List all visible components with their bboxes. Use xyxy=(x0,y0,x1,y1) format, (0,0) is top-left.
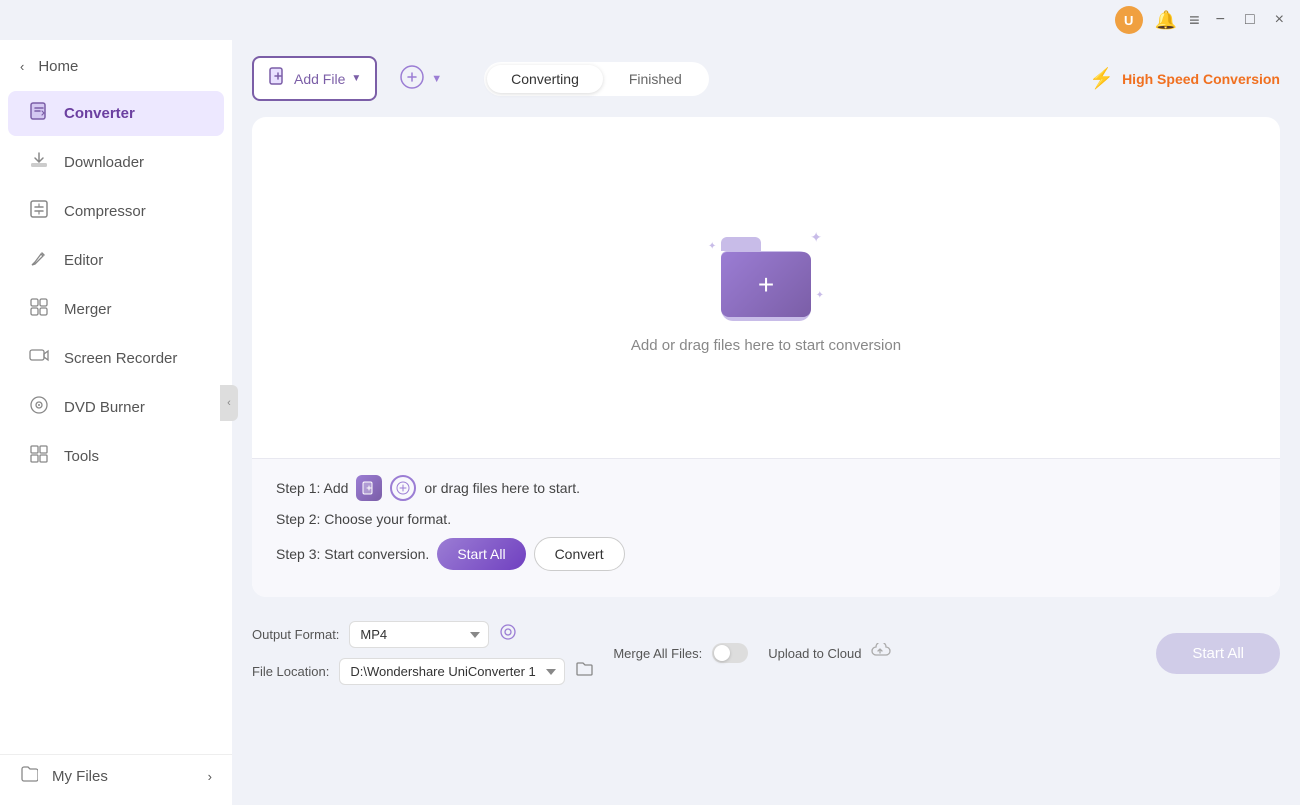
avatar: U xyxy=(1115,6,1143,34)
minimize-button[interactable]: − xyxy=(1212,9,1229,31)
sidebar-converter-label: Converter xyxy=(64,105,135,122)
steps-area: Step 1: Add or drag xyxy=(252,459,1280,597)
add-file-caret-icon: ▼ xyxy=(351,73,361,84)
high-speed-section: ⚡ High Speed Conversion xyxy=(1089,66,1280,91)
step1-add-url-icon[interactable] xyxy=(390,475,416,501)
sidebar-item-downloader[interactable]: Downloader xyxy=(8,140,224,185)
sidebar-item-tools[interactable]: Tools xyxy=(8,434,224,479)
cloud-row: Upload to Cloud xyxy=(768,642,891,665)
bottom-left: Output Format: MP4 File Location: D:\ xyxy=(252,621,593,685)
sidebar-item-editor[interactable]: Editor xyxy=(8,238,224,283)
my-files-icon xyxy=(20,765,38,787)
add-url-button[interactable]: ▼ xyxy=(389,56,452,101)
compressor-icon xyxy=(28,199,50,224)
format-row: Output Format: MP4 xyxy=(252,621,593,648)
location-row: File Location: D:\Wondershare UniConvert… xyxy=(252,658,593,685)
merge-row: Merge All Files: xyxy=(613,643,748,663)
my-files-label: My Files xyxy=(52,768,108,785)
step1-text: Step 1: Add xyxy=(276,480,348,496)
close-button[interactable]: × xyxy=(1271,9,1288,31)
maximize-button[interactable]: □ xyxy=(1241,9,1259,31)
merger-icon xyxy=(28,297,50,322)
sidebar-merger-label: Merger xyxy=(64,301,112,318)
bottom-bar: Output Format: MP4 File Location: D:\ xyxy=(252,613,1280,693)
start-all-button[interactable]: Start All xyxy=(437,538,525,570)
app-body: ‹ Home Converter Downloader xyxy=(0,40,1300,805)
upload-cloud-label: Upload to Cloud xyxy=(768,646,861,661)
convert-button[interactable]: Convert xyxy=(534,537,625,571)
sidebar-item-dvd-burner[interactable]: DVD Burner xyxy=(8,385,224,430)
menu-icon[interactable]: ≡ xyxy=(1189,10,1200,31)
step3-row: Step 3: Start conversion. Start All Conv… xyxy=(276,537,1256,571)
step1-add-file-icon[interactable] xyxy=(356,475,382,501)
sparkle-icon-3: ✦ xyxy=(816,290,824,301)
format-settings-button[interactable] xyxy=(499,623,517,646)
start-all-main-button[interactable]: Start All xyxy=(1156,633,1280,674)
sidebar-screen-recorder-label: Screen Recorder xyxy=(64,350,177,367)
file-location-label: File Location: xyxy=(252,664,329,679)
add-url-caret-icon: ▼ xyxy=(431,73,442,85)
converting-tab[interactable]: Converting xyxy=(487,65,603,93)
finished-tab[interactable]: Finished xyxy=(605,65,706,93)
sidebar-downloader-label: Downloader xyxy=(64,154,144,171)
location-select[interactable]: D:\Wondershare UniConverter 1 xyxy=(339,658,565,685)
sidebar-item-merger[interactable]: Merger xyxy=(8,287,224,332)
browse-folder-button[interactable] xyxy=(575,661,593,682)
chevron-left-icon: ‹ xyxy=(20,59,24,74)
high-speed-label: High Speed Conversion xyxy=(1122,71,1280,87)
step2-row: Step 2: Choose your format. xyxy=(276,511,1256,527)
add-file-icon xyxy=(268,66,288,91)
step1-row: Step 1: Add or drag xyxy=(276,475,1256,501)
folder-icon: + ✦ ✦ ✦ xyxy=(706,221,826,321)
step3-text: Step 3: Start conversion. xyxy=(276,546,429,562)
editor-icon xyxy=(28,248,50,273)
folder-main: + xyxy=(721,252,811,317)
notification-icon[interactable]: 🔔 xyxy=(1155,10,1177,31)
sparkle-icon-2: ✦ xyxy=(708,241,716,252)
sidebar-my-files[interactable]: My Files › xyxy=(0,754,232,797)
converter-icon xyxy=(28,101,50,126)
step2-text: Step 2: Choose your format. xyxy=(276,511,451,527)
content-area: Add File ▼ ▼ Converting Finished ⚡ xyxy=(232,40,1300,805)
sidebar-tools-label: Tools xyxy=(64,448,99,465)
step1-suffix: or drag files here to start. xyxy=(424,480,580,496)
folder-tab xyxy=(721,237,761,251)
merge-all-label: Merge All Files: xyxy=(613,646,702,661)
titlebar: U 🔔 ≡ − □ × xyxy=(0,0,1300,40)
sidebar-compressor-label: Compressor xyxy=(64,203,146,220)
dvd-burner-icon xyxy=(28,395,50,420)
upload-cloud-button[interactable] xyxy=(869,642,891,665)
folder-plus-icon: + xyxy=(758,269,774,301)
sidebar-item-converter[interactable]: Converter xyxy=(8,91,224,136)
sidebar-home-label: Home xyxy=(38,58,78,75)
drop-area[interactable]: + ✦ ✦ ✦ Add or drag files here to start … xyxy=(252,117,1280,459)
add-file-button[interactable]: Add File ▼ xyxy=(252,56,377,101)
add-file-label: Add File xyxy=(294,71,345,87)
sidebar-collapse-handle[interactable]: ‹ xyxy=(220,385,238,421)
sidebar-item-home[interactable]: ‹ Home xyxy=(0,48,232,85)
drop-zone[interactable]: + ✦ ✦ ✦ Add or drag files here to start … xyxy=(252,117,1280,597)
sidebar-item-screen-recorder[interactable]: Screen Recorder xyxy=(8,336,224,381)
sidebar-dvd-burner-label: DVD Burner xyxy=(64,399,145,416)
sidebar-editor-label: Editor xyxy=(64,252,103,269)
screen-recorder-icon xyxy=(28,346,50,371)
toolbar: Add File ▼ ▼ Converting Finished ⚡ xyxy=(252,56,1280,101)
format-select[interactable]: MP4 xyxy=(349,621,489,648)
add-url-icon xyxy=(399,64,425,93)
merge-toggle[interactable] xyxy=(712,643,748,663)
downloader-icon xyxy=(28,150,50,175)
tab-toggle: Converting Finished xyxy=(484,62,709,96)
sidebar: ‹ Home Converter Downloader xyxy=(0,40,232,805)
sidebar-item-compressor[interactable]: Compressor xyxy=(8,189,224,234)
arrow-right-icon: › xyxy=(208,769,212,784)
tools-icon xyxy=(28,444,50,469)
sparkle-icon-1: ✦ xyxy=(810,229,822,246)
drop-text: Add or drag files here to start conversi… xyxy=(631,337,901,354)
output-format-label: Output Format: xyxy=(252,627,339,642)
lightning-icon: ⚡ xyxy=(1089,66,1114,91)
